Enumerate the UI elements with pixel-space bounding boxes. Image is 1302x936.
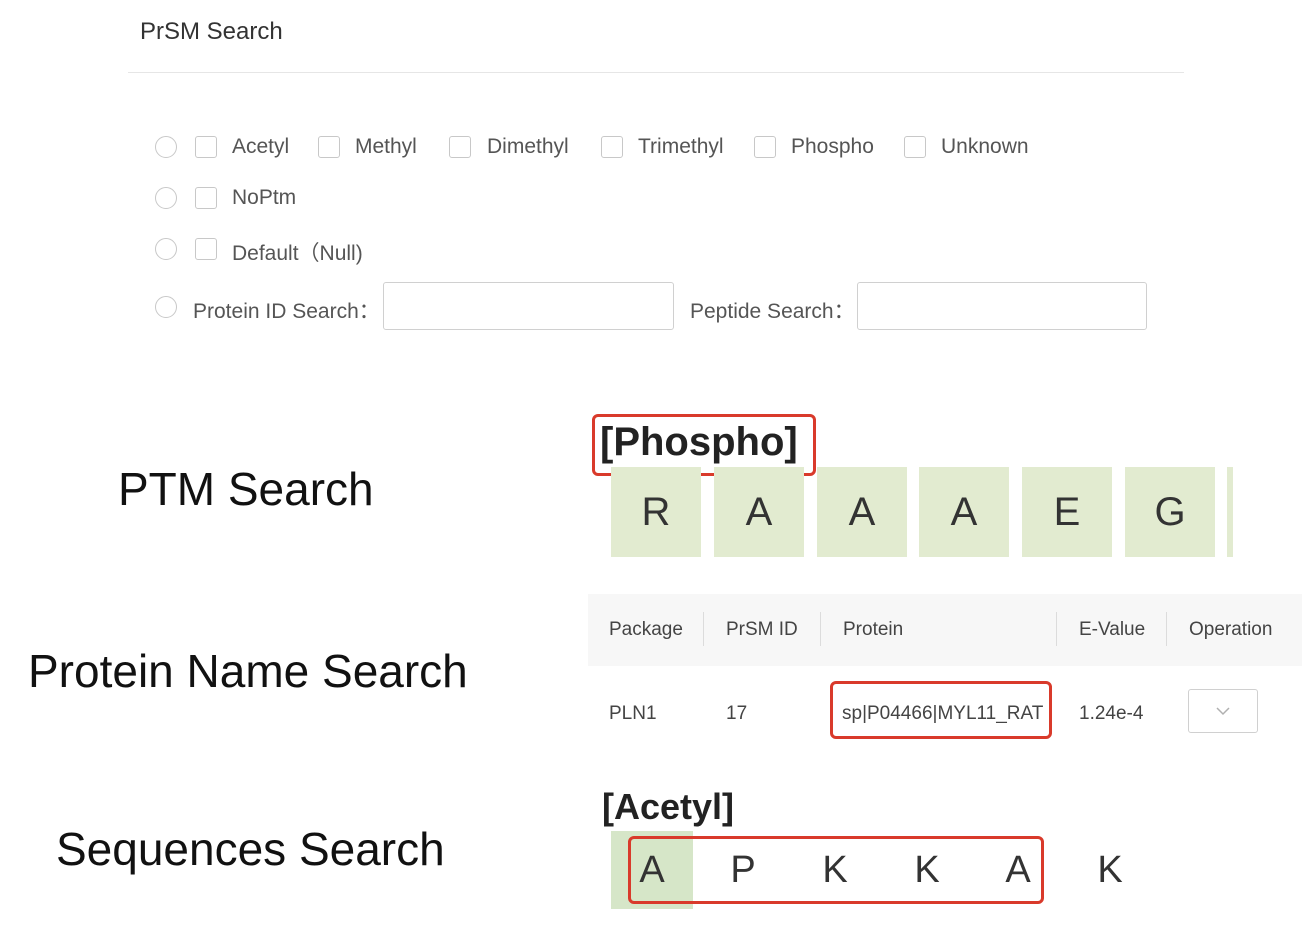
header-prsm-id: PrSM ID: [726, 619, 798, 640]
peptide-search-label: Peptide Search：: [690, 300, 855, 323]
checkbox-default[interactable]: [195, 238, 217, 260]
label-unknown: Unknown: [941, 135, 1029, 158]
column-separator: [1166, 612, 1167, 646]
header-protein: Protein: [843, 619, 904, 640]
protein-id-search-label: Protein ID Search：: [193, 300, 380, 323]
label-trimethyl: Trimethyl: [638, 135, 724, 158]
checkbox-phospho[interactable]: [754, 136, 776, 158]
label-methyl: Methyl: [355, 135, 417, 158]
page-title: PrSM Search: [140, 18, 283, 45]
label-default-null: Default（Null): [232, 242, 363, 265]
label-acetyl: Acetyl: [232, 135, 290, 158]
default-radio[interactable]: [155, 238, 177, 260]
column-separator: [820, 612, 821, 646]
checkbox-methyl[interactable]: [318, 136, 340, 158]
header-e-value: E-Value: [1079, 619, 1146, 640]
acetyl-tag: [Acetyl]: [602, 786, 735, 827]
id-search-radio[interactable]: [155, 296, 177, 318]
ptm-mode-radio[interactable]: [155, 136, 177, 158]
section-label-sequence: Sequences Search: [56, 823, 445, 875]
header-package: Package: [609, 619, 683, 640]
chevron-down-icon: [1216, 707, 1230, 716]
header-operation: Operation: [1189, 619, 1273, 640]
checkbox-noptm[interactable]: [195, 187, 217, 209]
label-noptm: NoPtm: [232, 186, 297, 209]
label-phospho: Phospho: [791, 135, 874, 158]
residue-cell: A: [919, 467, 1009, 557]
residue-cell: A: [714, 467, 804, 557]
cell-prsm-id: 17: [726, 703, 748, 724]
peptide-search-input[interactable]: [857, 282, 1147, 330]
residue-cell: A: [817, 467, 907, 557]
operation-dropdown[interactable]: [1188, 689, 1258, 733]
sequence-residue: K: [1097, 848, 1123, 891]
column-separator: [1056, 612, 1057, 646]
section-label-protein: Protein Name Search: [28, 645, 468, 697]
checkbox-acetyl[interactable]: [195, 136, 217, 158]
section-label-ptm: PTM Search: [118, 463, 374, 515]
residue-cell: R: [611, 467, 701, 557]
cell-e-value: 1.24e-4: [1079, 703, 1144, 724]
header-divider: [128, 72, 1184, 73]
residue-cell: G: [1125, 467, 1215, 557]
protein-id-search-input[interactable]: [383, 282, 674, 330]
sequence-highlight-box: [628, 836, 1044, 904]
cell-package: PLN1: [609, 703, 657, 724]
checkbox-dimethyl[interactable]: [449, 136, 471, 158]
residue-cell: E: [1022, 467, 1112, 557]
checkbox-trimethyl[interactable]: [601, 136, 623, 158]
checkbox-unknown[interactable]: [904, 136, 926, 158]
label-dimethyl: Dimethyl: [487, 135, 569, 158]
noptm-radio[interactable]: [155, 187, 177, 209]
column-separator: [703, 612, 704, 646]
protein-highlight-box: [830, 681, 1052, 739]
residue-cell-partial: [1227, 467, 1233, 557]
